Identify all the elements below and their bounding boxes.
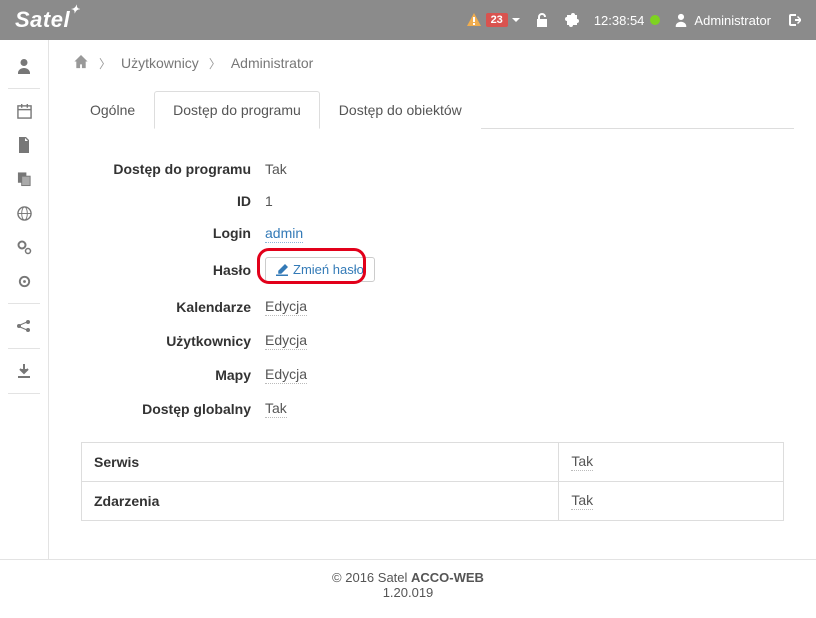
- cell-events-value[interactable]: Tak: [571, 492, 593, 510]
- chevron-right-icon: 〉: [209, 55, 221, 72]
- puzzle-icon: [564, 12, 580, 28]
- share-icon: [16, 319, 32, 333]
- label-calendars: Kalendarze: [81, 299, 265, 315]
- extension-button[interactable]: [564, 12, 580, 28]
- unlock-icon: [534, 12, 550, 28]
- footer-product: ACCO-WEB: [411, 570, 484, 585]
- footer: © 2016 Satel ACCO-WEB 1.20.019: [0, 559, 816, 618]
- value-id: 1: [265, 193, 273, 209]
- label-maps: Mapy: [81, 367, 265, 383]
- gears-icon: [16, 239, 32, 255]
- warning-icon: [466, 12, 482, 28]
- sidebar-item-settings[interactable]: [0, 265, 48, 297]
- breadcrumb-users[interactable]: Użytkownicy: [121, 55, 199, 71]
- label-id: ID: [81, 193, 265, 209]
- change-password-button[interactable]: Zmień hasło: [265, 257, 375, 282]
- sidebar-item-document[interactable]: [0, 129, 48, 161]
- brand-logo: Satel✦: [15, 7, 80, 33]
- sidebar-item-download[interactable]: [0, 355, 48, 387]
- value-users[interactable]: Edycja: [265, 332, 307, 350]
- footer-version: 1.20.019: [0, 585, 816, 600]
- breadcrumb: 〉 Użytkownicy 〉 Administrator: [71, 50, 794, 76]
- label-program-access: Dostęp do programu: [81, 161, 265, 177]
- permissions-table: Serwis Tak Zdarzenia Tak: [81, 442, 784, 521]
- status-dot-icon: [650, 15, 660, 25]
- value-maps[interactable]: Edycja: [265, 366, 307, 384]
- table-row: Zdarzenia Tak: [82, 482, 784, 521]
- value-program-access: Tak: [265, 161, 287, 177]
- logout-icon: [785, 12, 801, 28]
- sidebar-item-gears[interactable]: [0, 231, 48, 263]
- label-password: Hasło: [81, 262, 265, 278]
- alert-indicator[interactable]: 23: [466, 12, 520, 28]
- caret-down-icon: [512, 16, 520, 24]
- cell-service-value[interactable]: Tak: [571, 453, 593, 471]
- topbar: Satel✦ 23 12:38:54 Administrator: [0, 0, 816, 40]
- chevron-right-icon: 〉: [99, 55, 111, 72]
- value-calendars[interactable]: Edycja: [265, 298, 307, 316]
- clock-display: 12:38:54: [594, 13, 661, 28]
- copy-icon: [17, 171, 32, 187]
- sidebar-item-share[interactable]: [0, 310, 48, 342]
- label-login: Login: [81, 225, 265, 241]
- user-icon: [16, 58, 32, 74]
- alert-count-badge: 23: [486, 13, 508, 27]
- user-label: Administrator: [694, 13, 771, 28]
- tab-panel: Dostęp do programu Tak ID 1 Login admin …: [71, 129, 794, 529]
- calendar-icon: [17, 104, 32, 119]
- tab-object-access[interactable]: Dostęp do obiektów: [320, 91, 481, 129]
- user-icon: [674, 13, 688, 27]
- edit-icon: [276, 264, 288, 276]
- tab-general[interactable]: Ogólne: [71, 91, 154, 129]
- breadcrumb-home[interactable]: [73, 54, 89, 72]
- globe-icon: [17, 206, 32, 221]
- sidebar-item-calendar[interactable]: [0, 95, 48, 127]
- lock-open-button[interactable]: [534, 12, 550, 28]
- footer-copyright: © 2016 Satel: [332, 570, 411, 585]
- value-global-access[interactable]: Tak: [265, 400, 287, 418]
- value-login[interactable]: admin: [265, 225, 303, 243]
- tabs: Ogólne Dostęp do programu Dostęp do obie…: [71, 90, 794, 129]
- home-icon: [73, 54, 89, 69]
- download-icon: [17, 364, 31, 378]
- user-menu[interactable]: Administrator: [674, 13, 771, 28]
- sidebar-item-globe[interactable]: [0, 197, 48, 229]
- main-content: 〉 Użytkownicy 〉 Administrator Ogólne Dos…: [49, 40, 816, 559]
- sidebar-item-user[interactable]: [0, 50, 48, 82]
- gear-icon: [17, 274, 32, 289]
- label-users: Użytkownicy: [81, 333, 265, 349]
- cell-events-label: Zdarzenia: [82, 482, 559, 521]
- tab-program-access[interactable]: Dostęp do programu: [154, 91, 320, 129]
- document-icon: [17, 137, 31, 153]
- table-row: Serwis Tak: [82, 443, 784, 482]
- logout-button[interactable]: [785, 12, 801, 28]
- sidebar-item-copy[interactable]: [0, 163, 48, 195]
- cell-service-label: Serwis: [82, 443, 559, 482]
- sidebar: [0, 40, 49, 559]
- label-global-access: Dostęp globalny: [81, 401, 265, 417]
- breadcrumb-current: Administrator: [231, 55, 313, 71]
